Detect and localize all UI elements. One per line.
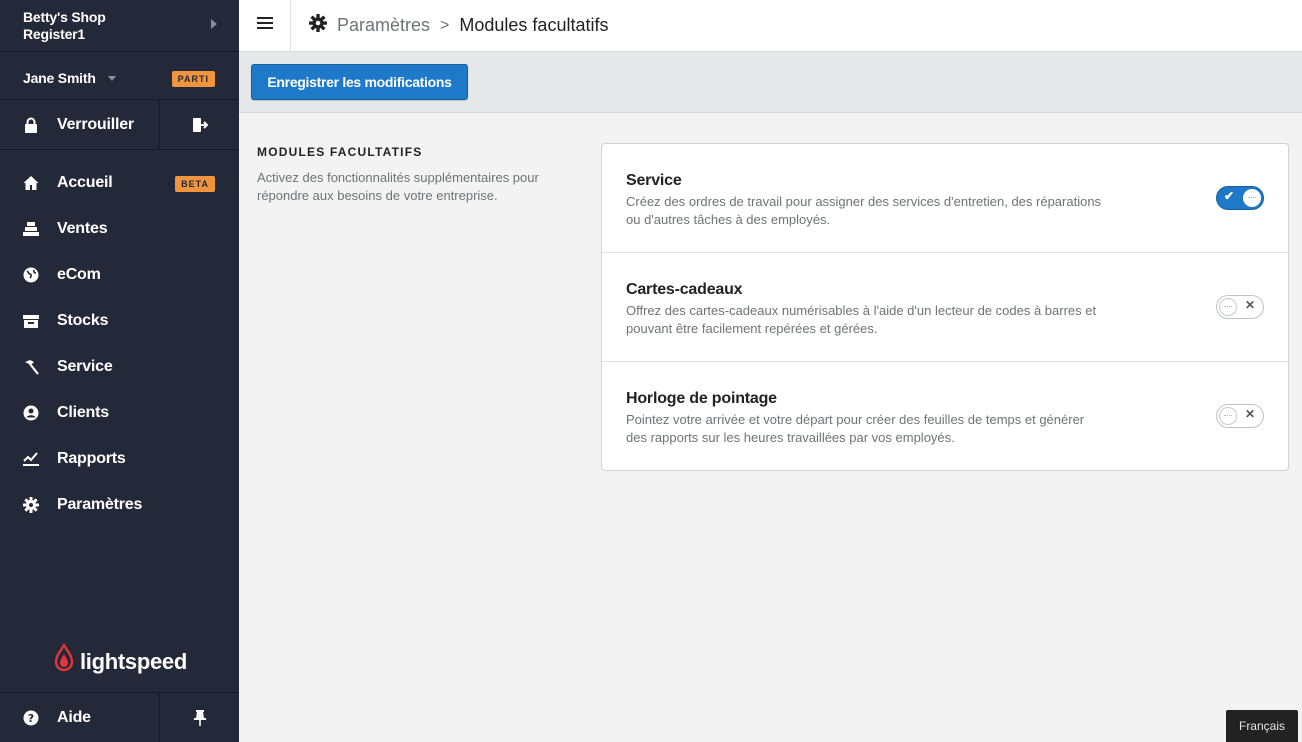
svg-text:?: ? xyxy=(28,712,34,725)
pin-button[interactable] xyxy=(160,693,239,742)
settings-gear-icon xyxy=(309,14,327,37)
nav-item-stocks[interactable]: Stocks xyxy=(0,298,239,344)
section-description: Activez des fonctionnalités supplémentai… xyxy=(257,170,539,203)
sidebar-footer: ? Aide xyxy=(0,692,239,742)
register-name: Register1 xyxy=(23,26,86,42)
help-label: Aide xyxy=(57,708,91,726)
x-icon: ✕ xyxy=(1244,298,1255,312)
module-description: Pointez votre arrivée et votre départ po… xyxy=(626,412,1085,445)
nav-item-clients[interactable]: Clients xyxy=(0,390,239,436)
help-button[interactable]: ? Aide xyxy=(0,693,160,742)
globe-icon xyxy=(23,267,39,283)
module-time-clock: Horloge de pointage Pointez votre arrivé… xyxy=(602,362,1288,471)
logo-text: lightspeed xyxy=(80,648,188,674)
modules-panel: Service Créez des ordres de travail pour… xyxy=(601,143,1289,471)
user-menu[interactable]: Jane Smith PARTI xyxy=(0,52,239,100)
lightspeed-logo: lightspeed xyxy=(54,642,188,679)
nav-label: eCom xyxy=(57,266,101,283)
toggle-knob xyxy=(1219,407,1237,425)
page-title: Modules facultatifs xyxy=(459,15,609,35)
lock-label: Verrouiller xyxy=(57,115,134,133)
action-bar: Enregistrer les modifications xyxy=(239,52,1302,113)
logout-icon xyxy=(192,117,208,133)
help-icon: ? xyxy=(23,710,39,726)
check-icon: ✔ xyxy=(1224,189,1235,203)
x-icon: ✕ xyxy=(1244,407,1255,421)
nav-label: Clients xyxy=(57,404,109,421)
breadcrumb: Paramètres > Modules facultatifs xyxy=(309,14,608,37)
hammer-icon xyxy=(23,359,39,375)
module-description: Offrez des cartes-cadeaux numérisables à… xyxy=(626,303,1097,336)
shop-name: Betty's Shop xyxy=(23,9,106,25)
gift-cards-toggle[interactable]: ✕ xyxy=(1216,295,1264,319)
module-gift-cards: Cartes-cadeaux Offrez des cartes-cadeaux… xyxy=(602,253,1288,362)
module-title: Horloge de pointage xyxy=(626,390,777,407)
time-clock-toggle[interactable]: ✕ xyxy=(1216,404,1264,428)
gear-icon xyxy=(23,497,39,513)
module-title: Service xyxy=(626,172,682,189)
module-service: Service Créez des ordres de travail pour… xyxy=(602,144,1288,253)
nav-item-ecom[interactable]: eCom xyxy=(0,252,239,298)
customer-icon xyxy=(23,405,39,421)
chart-icon xyxy=(23,451,39,467)
toggle-knob xyxy=(1243,189,1261,207)
nav-item-service[interactable]: Service xyxy=(0,344,239,390)
top-bar: Paramètres > Modules facultatifs xyxy=(239,0,1302,52)
logout-button[interactable] xyxy=(160,100,239,149)
user-name: Jane Smith xyxy=(23,70,96,86)
nav-item-accueil[interactable]: Accueil BETA xyxy=(0,160,239,206)
language-selector[interactable]: Français xyxy=(1226,710,1298,742)
lock-icon xyxy=(23,117,39,133)
nav-item-parametres[interactable]: Paramètres xyxy=(0,482,239,528)
chevron-right-icon xyxy=(211,19,217,29)
nav-item-rapports[interactable]: Rapports xyxy=(0,436,239,482)
service-toggle[interactable]: ✔ xyxy=(1216,186,1264,210)
beta-badge: BETA xyxy=(175,176,215,192)
lock-button[interactable]: Verrouiller xyxy=(0,100,160,149)
section-title: MODULES FACULTATIFS xyxy=(257,145,423,159)
save-changes-button[interactable]: Enregistrer les modifications xyxy=(251,64,468,100)
breadcrumb-separator: > xyxy=(440,16,450,34)
nav-label: Rapports xyxy=(57,450,126,467)
pin-icon xyxy=(192,709,208,726)
nav-label: Paramètres xyxy=(57,496,143,513)
main-nav: Accueil BETA Ventes eCom Stocks Service … xyxy=(0,150,239,528)
nav-label: Ventes xyxy=(57,220,108,237)
toggle-knob xyxy=(1219,298,1237,316)
nav-label: Stocks xyxy=(57,312,109,329)
flame-icon xyxy=(54,642,74,679)
inventory-icon xyxy=(23,313,39,329)
home-icon xyxy=(23,175,39,191)
lock-row: Verrouiller xyxy=(0,100,239,150)
caret-down-icon xyxy=(108,76,117,82)
nav-label: Accueil xyxy=(57,174,113,191)
module-title: Cartes-cadeaux xyxy=(626,281,743,298)
sidebar: Betty's Shop Register1 Jane Smith PARTI … xyxy=(0,0,239,742)
section-info: MODULES FACULTATIFS Activez des fonction… xyxy=(257,145,567,205)
user-status-badge: PARTI xyxy=(171,71,215,87)
nav-label: Service xyxy=(57,358,113,375)
hamburger-icon xyxy=(256,16,273,35)
module-description: Créez des ordres de travail pour assigne… xyxy=(626,194,1102,227)
shop-switcher[interactable]: Betty's Shop Register1 xyxy=(0,0,239,52)
menu-toggle-button[interactable] xyxy=(239,0,291,52)
nav-item-ventes[interactable]: Ventes xyxy=(0,206,239,252)
breadcrumb-parent-link[interactable]: Paramètres xyxy=(337,15,430,36)
register-icon xyxy=(23,221,39,237)
